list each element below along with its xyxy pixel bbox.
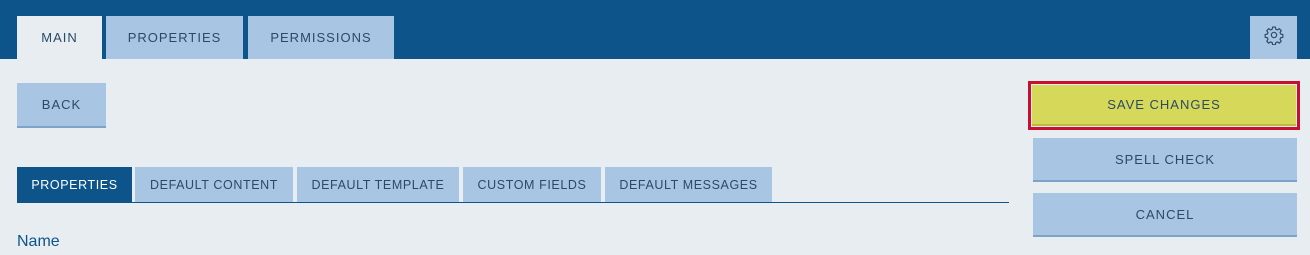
subtab-default-template-label: DEFAULT TEMPLATE — [311, 178, 445, 192]
subtab-divider — [17, 202, 1009, 203]
subtab-custom-fields[interactable]: CUSTOM FIELDS — [463, 167, 601, 203]
settings-button[interactable] — [1250, 16, 1297, 59]
save-changes-label: SAVE CHANGES — [1107, 97, 1221, 112]
tab-main-label: MAIN — [41, 30, 78, 45]
spell-check-button[interactable]: SPELL CHECK — [1033, 138, 1297, 182]
tab-permissions[interactable]: PERMISSIONS — [248, 16, 394, 59]
cancel-button[interactable]: CANCEL — [1033, 193, 1297, 237]
save-changes-button[interactable]: SAVE CHANGES — [1032, 85, 1296, 126]
subtab-properties[interactable]: PROPERTIES — [17, 167, 132, 203]
tab-permissions-label: PERMISSIONS — [270, 30, 372, 45]
subtab-default-content[interactable]: DEFAULT CONTENT — [135, 167, 293, 203]
subtab-default-content-label: DEFAULT CONTENT — [150, 178, 278, 192]
subtab-custom-fields-label: CUSTOM FIELDS — [477, 178, 587, 192]
tab-properties[interactable]: PROPERTIES — [106, 16, 243, 59]
subtab-properties-label: PROPERTIES — [31, 178, 118, 192]
back-button[interactable]: BACK — [17, 83, 106, 128]
subtab-default-messages[interactable]: DEFAULT MESSAGES — [605, 167, 772, 203]
subtab-default-template[interactable]: DEFAULT TEMPLATE — [297, 167, 459, 203]
name-field-label: Name — [17, 233, 60, 250]
subtab-default-messages-label: DEFAULT MESSAGES — [619, 178, 758, 192]
back-button-label: BACK — [41, 97, 82, 112]
spell-check-label: SPELL CHECK — [1114, 151, 1216, 167]
tab-main[interactable]: MAIN — [17, 16, 102, 59]
gear-icon — [1264, 25, 1284, 50]
cancel-label: CANCEL — [1135, 206, 1195, 222]
tab-properties-label: PROPERTIES — [127, 30, 222, 45]
top-navigation-bar: MAIN PROPERTIES PERMISSIONS — [0, 0, 1310, 59]
